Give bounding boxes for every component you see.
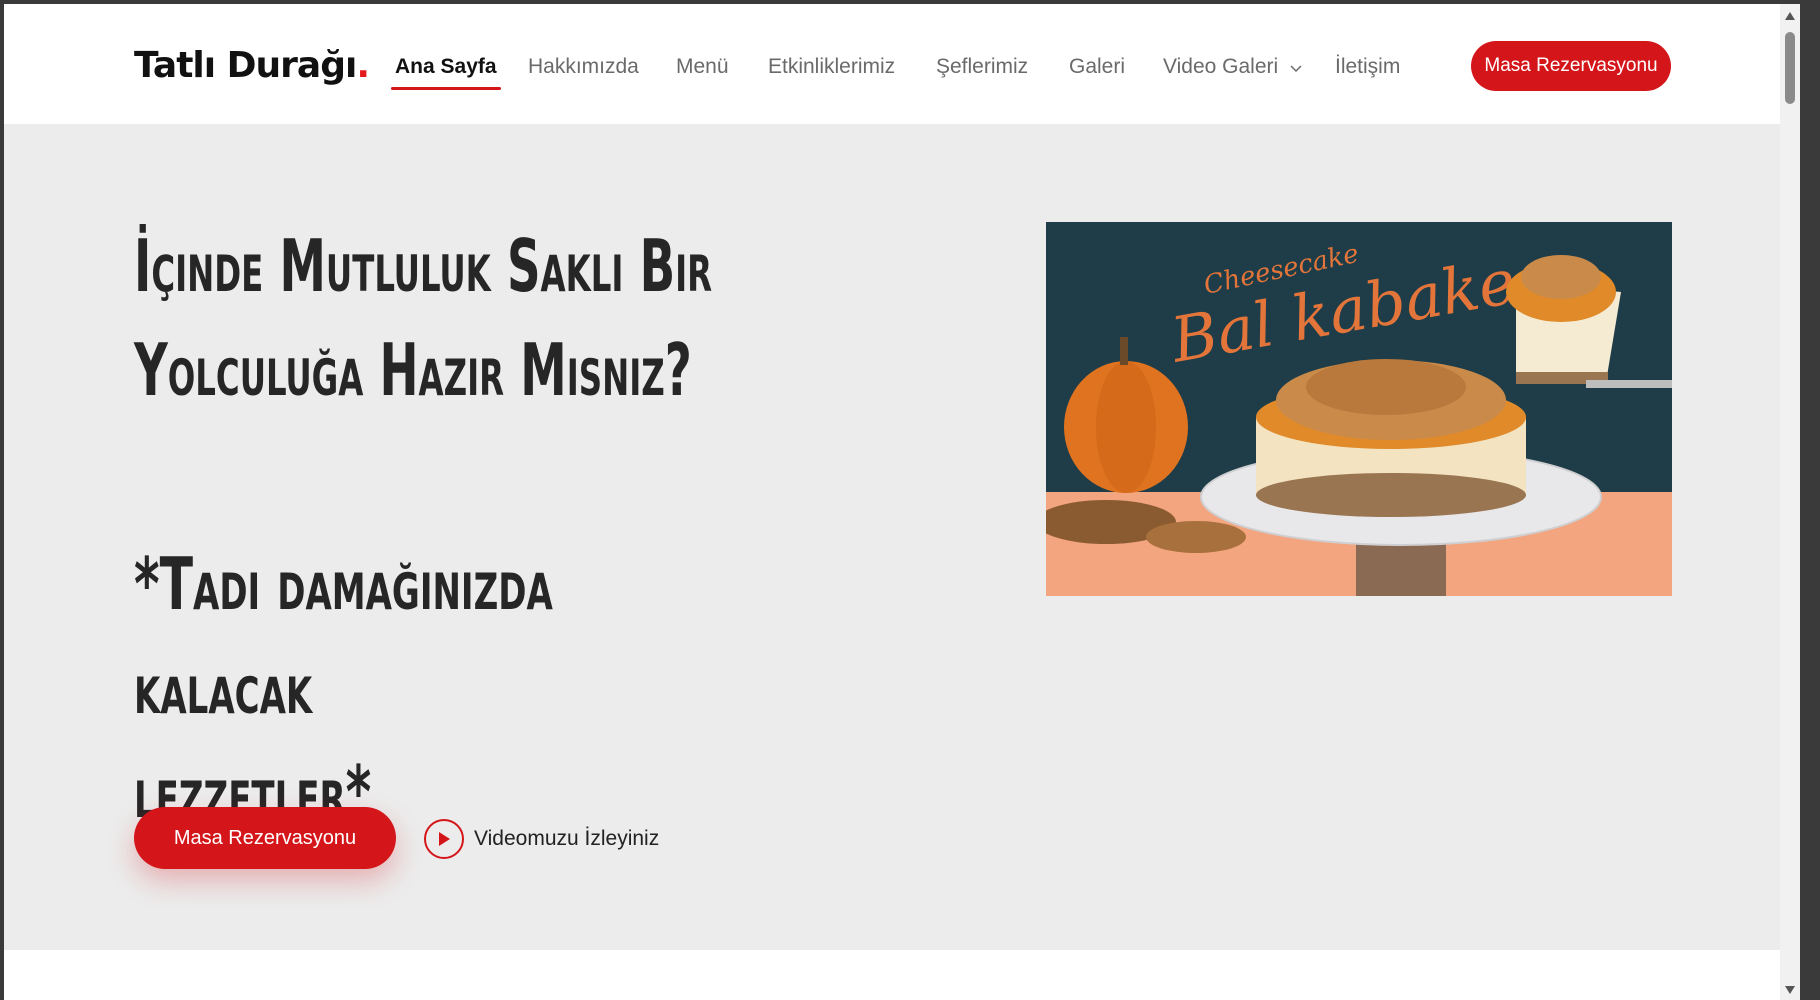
hero-title-line-1: İçinde Mutluluk Saklı Bir — [134, 224, 713, 308]
browser-viewport: Tatlı Durağı. Ana Sayfa Hakkımızda Menü … — [4, 4, 1800, 1000]
next-section — [4, 950, 1800, 1000]
hero-section: İçinde Mutluluk Saklı Bir Yolculuğa Hazı… — [4, 124, 1800, 950]
logo-text: Tatlı Durağı — [134, 45, 357, 86]
site-header: Tatlı Durağı. Ana Sayfa Hakkımızda Menü … — [4, 4, 1800, 124]
hero-subtitle-line-1: *Tadı damağınızda kalacak — [134, 542, 553, 730]
cheesecake-illustration: Cheesecake Bal kabake — [1046, 222, 1672, 596]
watch-video-link[interactable]: Videomuzu İzleyiniz — [424, 816, 659, 862]
nav-item-ana-sayfa[interactable]: Ana Sayfa — [391, 52, 501, 90]
nav-item-video-galeri[interactable]: Video Galeri — [1163, 52, 1302, 82]
watch-video-label: Videomuzu İzleyiniz — [474, 827, 660, 850]
vertical-scrollbar[interactable] — [1780, 4, 1800, 1000]
nav-item-menu[interactable]: Menü — [676, 52, 729, 82]
logo-dot: . — [356, 45, 370, 86]
hero-reservation-button[interactable]: Masa Rezervasyonu — [134, 807, 396, 869]
play-icon — [424, 819, 464, 859]
hero-subtitle: *Tadı damağınızda kalacak lezzetler* — [134, 532, 719, 844]
scroll-down-icon[interactable] — [1785, 986, 1795, 994]
chevron-down-icon — [1290, 52, 1302, 82]
cheesecake-banner-image: Cheesecake Bal kabake — [1046, 222, 1672, 596]
nav-item-etkinliklerimiz[interactable]: Etkinliklerimiz — [768, 52, 895, 82]
nav-item-hakkimizda[interactable]: Hakkımızda — [528, 52, 639, 82]
scroll-up-icon[interactable] — [1785, 12, 1795, 20]
nav-item-galeri[interactable]: Galeri — [1069, 52, 1125, 82]
scroll-thumb[interactable] — [1785, 32, 1795, 104]
hero-title-line-2: Yolculuğa Hazır Mısnız? — [134, 328, 692, 412]
nav-item-video-galeri-label: Video Galeri — [1163, 55, 1279, 78]
site-logo[interactable]: Tatlı Durağı. — [134, 44, 370, 88]
nav-item-seflerimiz[interactable]: Şeflerimiz — [936, 52, 1028, 82]
hero-title: İçinde Mutluluk Saklı Bir Yolculuğa Hazı… — [134, 214, 713, 422]
nav-item-iletisim[interactable]: İletişim — [1335, 52, 1400, 82]
header-reservation-button[interactable]: Masa Rezervasyonu — [1471, 41, 1671, 91]
